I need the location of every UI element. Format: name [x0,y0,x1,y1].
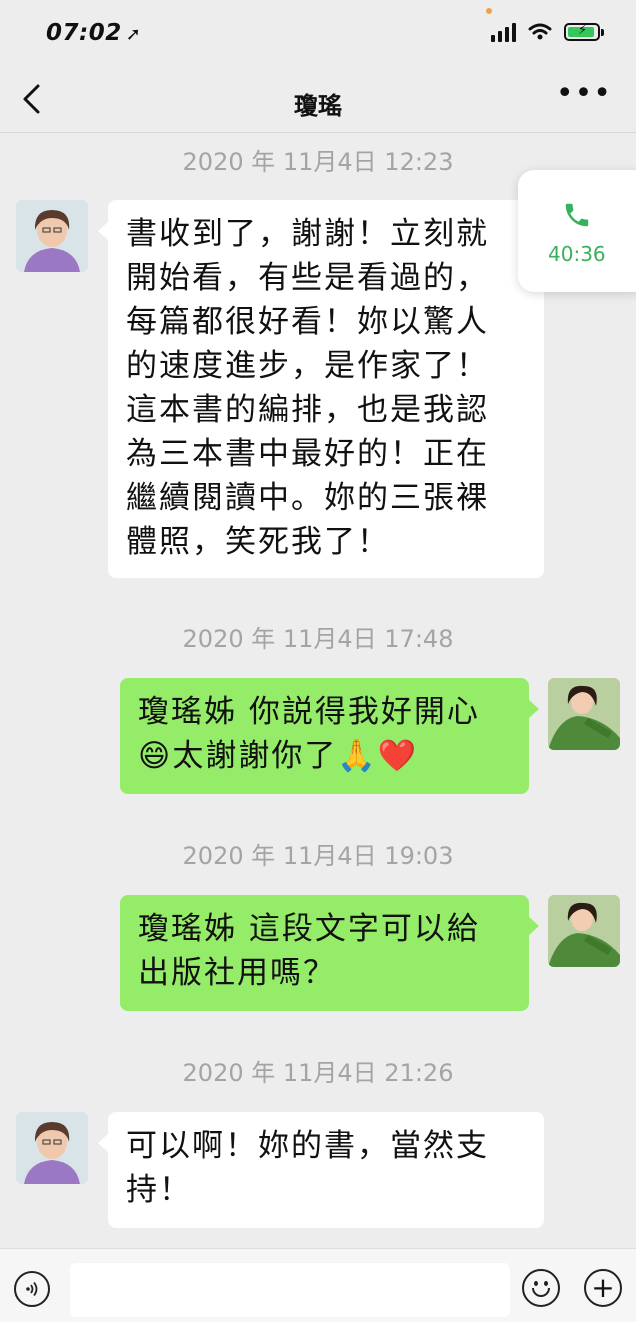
status-time-text: 07:02 [46,20,122,46]
status-icons: ⚡ [491,22,604,42]
message-timestamp: 2020 年 11月4日 21:26 [182,1059,454,1087]
message-line: 瓊瑤姊 你説得我好開心 [138,694,480,730]
message-line: 開始看，有些是看過的， [126,260,489,296]
contact-avatar[interactable] [16,200,88,272]
recording-indicator [486,8,492,14]
input-bar: + [0,1248,636,1322]
phone-icon [565,203,589,227]
contact-avatar[interactable] [16,1112,88,1184]
more-functions-button[interactable]: + [584,1269,622,1307]
chat-header: 瓊瑤 ••• [0,70,636,133]
wifi-icon [528,23,552,40]
message-line: 這本書的編排，也是我認 [126,392,489,428]
message-line: 繼續閱讀中。妳的三張裸 [126,480,489,516]
message-line: 書收到了，謝謝！立刻就 [126,216,489,252]
message-line: 瓊瑤姊 這段文字可以給 [138,911,480,947]
message-line: 可以啊！妳的書，當然支 [126,1128,489,1164]
call-duration: 40:36 [548,242,606,266]
status-time: 07:02 ➚ [46,20,141,46]
battery-icon: ⚡ [564,23,604,41]
more-options-button[interactable]: ••• [556,76,612,111]
message-timestamp: 2020 年 11月4日 19:03 [182,842,454,870]
message-line: 的速度進步，是作家了！ [126,348,489,384]
message-bubble-received[interactable]: 可以啊！妳的書，當然支 持！ [98,1112,544,1228]
my-avatar[interactable] [548,895,620,967]
message-line: 持！ [126,1172,192,1208]
message-bubble-sent[interactable]: 瓊瑤姊 這段文字可以給 出版社用嗎？ [120,895,539,1011]
voice-icon [26,1281,38,1297]
message-bubble-received[interactable]: 書收到了，謝謝！立刻就 開始看，有些是看過的， 每篇都很好看！妳以驚人 的速度進… [98,200,544,578]
emoji-button[interactable] [522,1269,560,1307]
voice-input-button[interactable] [14,1271,50,1307]
message-line: 每篇都很好看！妳以驚人 [126,304,489,340]
signal-icon [491,22,516,42]
call-float-widget[interactable]: 40:36 [518,170,636,292]
my-avatar[interactable] [548,678,620,750]
message-input[interactable] [70,1263,510,1317]
message-bubble-sent[interactable]: 瓊瑤姊 你説得我好開心 😄太謝謝你了🙏❤️ [120,678,539,794]
message-line: 體照，笑死我了！ [126,524,390,560]
message-line: 為三本書中最好的！正在 [126,436,489,472]
message-line: 出版社用嗎？ [138,955,336,991]
message-timestamp: 2020 年 11月4日 17:48 [182,625,454,653]
status-bar: 07:02 ➚ ⚡ [0,0,636,70]
emoji-icon [534,1281,538,1286]
chat-title: 瓊瑤 [294,92,342,120]
message-line: 😄太謝謝你了🙏❤️ [138,738,419,774]
location-arrow-icon: ➚ [125,24,142,45]
